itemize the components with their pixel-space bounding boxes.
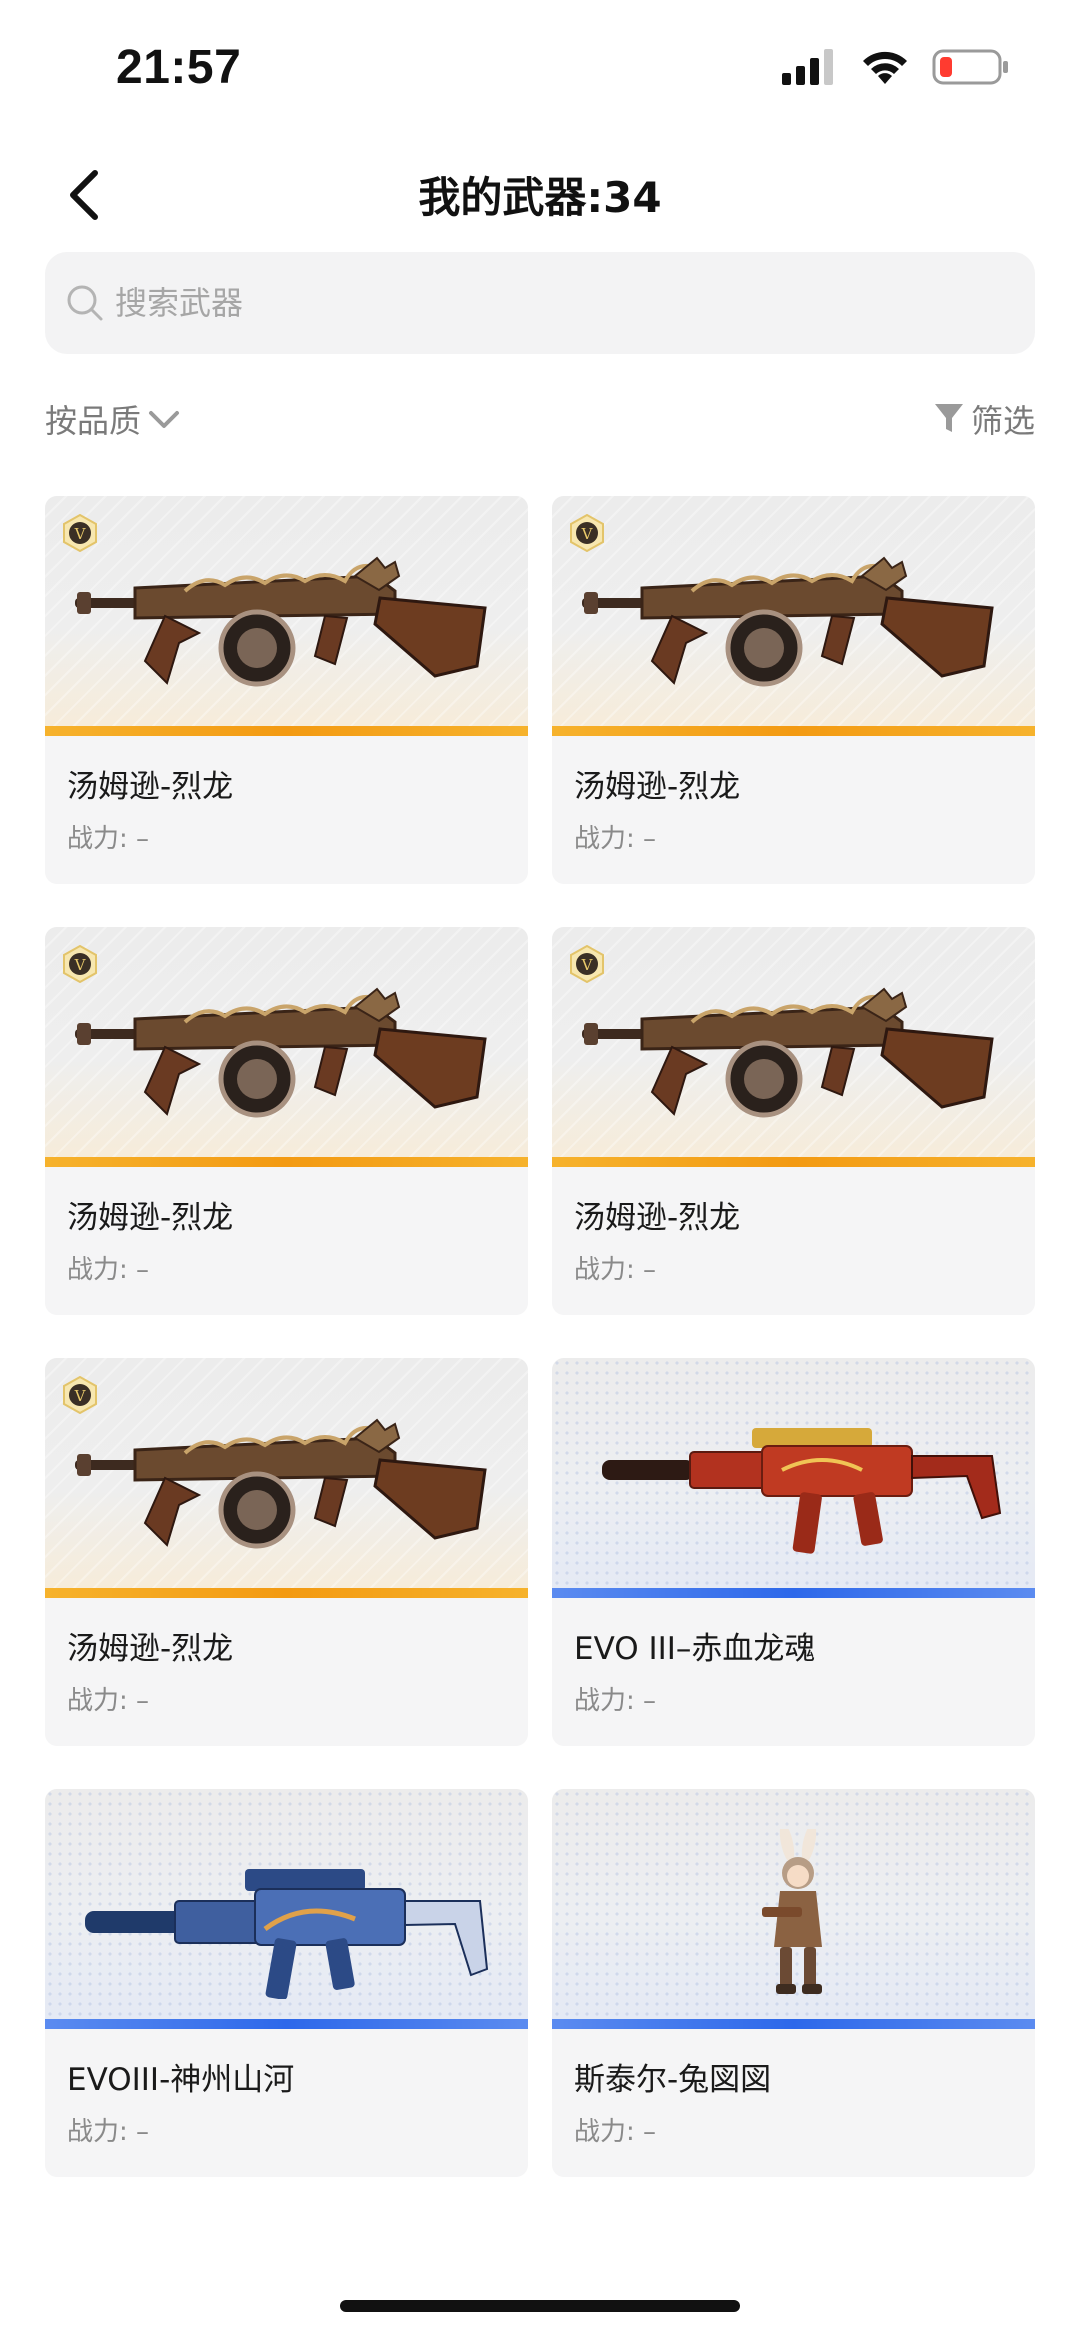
weapon-power: 战力: – xyxy=(67,1255,150,1285)
weapon-name: 汤姆逊-烈龙 xyxy=(67,1631,234,1667)
thompson-gun-icon xyxy=(75,556,487,687)
weapon-image: V xyxy=(45,496,528,736)
search-input[interactable] xyxy=(115,284,1015,322)
quality-bar xyxy=(552,2019,1035,2029)
v-badge-icon: V xyxy=(63,945,97,983)
quality-bar xyxy=(45,2019,528,2029)
weapon-power: 战力: – xyxy=(67,824,150,854)
status-time: 21:57 xyxy=(116,41,242,94)
weapon-image xyxy=(552,1789,1035,2029)
weapon-power: 战力: – xyxy=(67,2117,150,2147)
filter-row: 按品质 筛选 xyxy=(45,396,1035,452)
weapon-image: V xyxy=(45,1358,528,1598)
v-badge-icon: V xyxy=(63,1376,97,1414)
home-indicator[interactable] xyxy=(340,2300,740,2312)
sort-by-quality-dropdown[interactable]: 按品质 xyxy=(45,396,181,442)
weapon-image: V xyxy=(552,927,1035,1167)
status-bar: 21:57 xyxy=(0,0,1080,140)
weapon-image xyxy=(45,1789,528,2029)
battery-low-icon xyxy=(932,49,1008,85)
thompson-gun-icon xyxy=(75,1418,487,1549)
weapon-name: EVO III–赤血龙魂 xyxy=(574,1631,816,1667)
v-badge-icon: V xyxy=(570,514,604,552)
weapon-name: 汤姆逊-烈龙 xyxy=(67,769,234,805)
search-icon xyxy=(67,285,103,321)
weapon-name: 汤姆逊-烈龙 xyxy=(574,769,741,805)
sort-label: 按品质 xyxy=(45,402,142,440)
v-badge-icon: V xyxy=(63,514,97,552)
filter-label: 筛选 xyxy=(970,402,1035,440)
quality-bar xyxy=(45,1588,528,1598)
weapon-card[interactable]: EVO III–赤血龙魂战力: – xyxy=(552,1358,1035,1746)
v-badge-text: V xyxy=(74,1387,87,1405)
funnel-icon xyxy=(934,404,963,432)
weapon-card[interactable]: EVOIII-神州山河战力: – xyxy=(45,1789,528,2177)
thompson-gun-icon xyxy=(582,556,994,687)
quality-bar xyxy=(45,726,528,736)
weapon-power: 战力: – xyxy=(574,2117,657,2147)
chevron-down-icon xyxy=(149,411,180,428)
bunny-character-icon xyxy=(762,1829,822,1994)
weapon-power: 战力: – xyxy=(67,1686,150,1716)
weapon-power: 战力: – xyxy=(574,1686,657,1716)
weapon-card[interactable]: V 汤姆逊-烈龙战力: – xyxy=(45,1358,528,1746)
weapon-name: EVOIII-神州山河 xyxy=(67,2062,295,2098)
quality-bar xyxy=(552,726,1035,736)
wifi-icon xyxy=(863,51,907,84)
weapon-name: 斯泰尔-兔図図 xyxy=(574,2062,772,2098)
filter-button[interactable]: 筛选 xyxy=(933,396,1035,442)
status-icons xyxy=(782,48,1010,86)
weapon-power: 战力: – xyxy=(574,824,657,854)
quality-bar xyxy=(45,1157,528,1167)
weapon-name: 汤姆逊-烈龙 xyxy=(67,1200,234,1236)
thompson-gun-icon xyxy=(582,987,994,1118)
red-smg-icon xyxy=(602,1428,1002,1554)
weapon-card[interactable]: V 汤姆逊-烈龙战力: – xyxy=(552,927,1035,1315)
thompson-gun-icon xyxy=(75,987,487,1118)
quality-bar xyxy=(552,1588,1035,1598)
weapon-image: V xyxy=(45,927,528,1167)
v-badge-text: V xyxy=(581,525,594,543)
weapons-page: 21:57 我的武器:34 搜索武器 按品质 筛选 V 汤姆逊-烈龙 战力: –… xyxy=(0,0,1080,2338)
v-badge-text: V xyxy=(74,525,87,543)
quality-bar xyxy=(552,1157,1035,1167)
weapon-image xyxy=(552,1358,1035,1598)
page-title: 我的武器:34 xyxy=(418,173,662,222)
weapon-image: V xyxy=(552,496,1035,736)
v-badge-icon: V xyxy=(570,945,604,983)
weapon-card[interactable]: V 汤姆逊-烈龙战力: – xyxy=(552,496,1035,884)
nav-header: 我的武器:34 xyxy=(0,150,1080,240)
v-badge-text: V xyxy=(581,956,594,974)
weapon-card[interactable]: V 汤姆逊-烈龙战力: – xyxy=(45,496,528,884)
weapon-name: 汤姆逊-烈龙 xyxy=(574,1200,741,1236)
weapon-card[interactable]: V 汤姆逊-烈龙战力: – xyxy=(45,927,528,1315)
search-bar[interactable] xyxy=(45,252,1035,354)
weapon-card[interactable]: 斯泰尔-兔図図战力: – xyxy=(552,1789,1035,2177)
blue-smg-icon xyxy=(85,1869,489,1999)
cellular-signal-icon xyxy=(782,49,833,85)
v-badge-text: V xyxy=(74,956,87,974)
weapon-power: 战力: – xyxy=(574,1255,657,1285)
